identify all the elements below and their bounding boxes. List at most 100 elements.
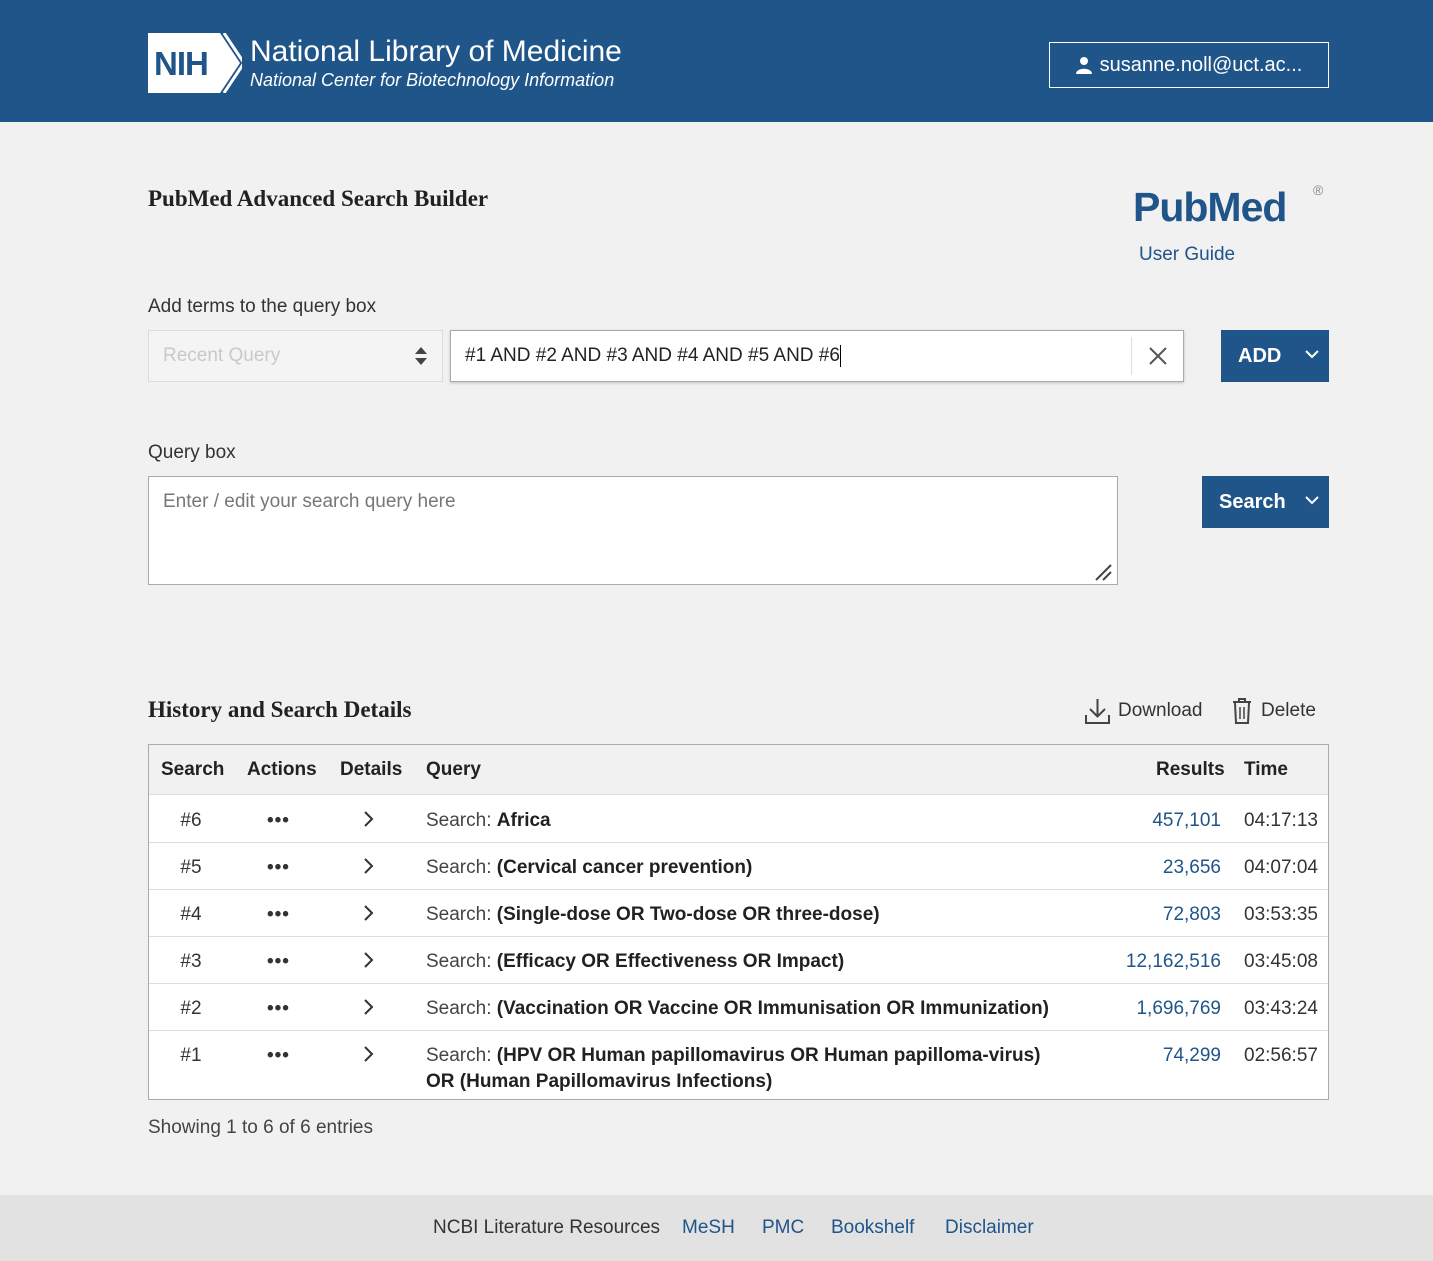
row-query-prefix: Search: [426,998,497,1019]
row-time: 03:45:08 [1244,951,1318,972]
row-time: 03:53:35 [1244,904,1318,925]
row-actions-menu[interactable]: ••• [267,1043,290,1069]
row-results-link[interactable]: 1,696,769 [1136,996,1221,1022]
chevron-right-icon[interactable] [362,857,374,875]
footer-label: NCBI Literature Resources [433,1217,661,1238]
row-query-prefix: Search: [426,951,497,972]
row-query-text: Africa [496,810,551,831]
nih-badge-text: NIH [154,45,209,82]
table-row: #4 ••• Search: (Single-dose OR Two-dose … [149,890,1328,937]
chevron-down-icon[interactable] [1305,495,1319,505]
row-results-link[interactable]: 74,299 [1163,1043,1221,1069]
table-row: #3 ••• Search: (Efficacy OR Effectivenes… [149,937,1328,984]
column-header-details: Details [340,759,403,780]
row-time: 02:56:57 [1244,1045,1318,1066]
user-account-button[interactable]: susanne.noll@uct.ac... [1049,42,1329,88]
close-icon [1148,347,1167,365]
recent-query-select[interactable]: Recent Query [148,330,443,382]
chevron-right-icon[interactable] [362,904,374,922]
entries-count: Showing 1 to 6 of 6 entries [148,1117,373,1138]
row-actions-menu[interactable]: ••• [267,949,290,975]
footer-link-disclaimer[interactable]: Disclaimer [945,1217,1034,1239]
row-actions-menu[interactable]: ••• [267,855,290,881]
registered-mark: ® [1313,182,1324,198]
row-results-link[interactable]: 457,101 [1152,808,1221,834]
row-query-text: (Vaccination OR Vaccine OR Immunisation … [496,998,1049,1019]
row-search-number: #6 [180,810,202,831]
row-query-prefix: Search: [426,904,497,925]
user-icon [1075,57,1092,74]
page-title: PubMed Advanced Search Builder [148,186,489,211]
pubmed-logo[interactable]: PubMed ® [1133,172,1333,236]
add-button[interactable]: ADD [1221,330,1329,382]
recent-query-placeholder: Recent Query [163,345,281,366]
row-query: Search: (Cervical cancer prevention) [426,855,1106,881]
row-results-link[interactable]: 72,803 [1163,902,1221,928]
row-query-prefix: Search: [426,857,497,878]
chevron-right-icon[interactable] [362,998,374,1016]
row-actions-menu[interactable]: ••• [267,996,290,1022]
row-search-number: #1 [180,1045,202,1066]
chevron-right-icon[interactable] [362,1045,374,1063]
row-query-prefix: Search: [426,810,497,831]
chevron-down-icon[interactable] [1305,349,1319,359]
row-query: Search: (HPV OR Human papillomavirus OR … [426,1043,1056,1095]
row-search-number: #2 [180,998,202,1019]
term-input-value: #1 AND #2 AND #3 AND #4 AND #5 AND #6 [465,345,840,366]
footer-link-mesh[interactable]: MeSH [682,1217,735,1239]
query-placeholder: Enter / edit your search query here [163,491,456,512]
row-time: 04:07:04 [1244,857,1318,878]
select-arrows-icon [415,347,427,365]
nih-logo[interactable]: NIH [148,33,242,93]
nih-badge: NIH [148,33,242,93]
chevron-right-icon[interactable] [362,810,374,828]
clear-input-button[interactable] [1131,337,1183,375]
table-row: #6 ••• Search: Africa 457,101 04:17:13 [149,796,1328,843]
row-time: 04:17:13 [1244,810,1318,831]
delete-button[interactable]: Delete [1231,697,1316,725]
footer-link-pmc[interactable]: PMC [762,1217,804,1239]
chevron-right-icon[interactable] [362,951,374,969]
site-header: NIH National Library of Medicine Nationa… [0,0,1433,122]
resize-handle-icon[interactable] [1094,563,1114,581]
add-button-label: ADD [1238,344,1282,367]
download-label: Download [1118,700,1203,721]
row-query-prefix: Search: [426,1045,497,1066]
site-footer: NCBI Literature Resources MeSH PMC Books… [0,1195,1433,1261]
add-terms-label: Add terms to the query box [148,296,377,317]
row-query: Search: (Single-dose OR Two-dose OR thre… [426,902,1106,928]
pubmed-logo-text: PubMed [1133,184,1287,230]
search-button-label: Search [1219,490,1286,513]
text-caret [839,344,841,367]
column-header-time: Time [1244,759,1289,780]
download-button[interactable]: Download [1085,697,1203,725]
row-query-text: (HPV OR Human papillomavirus OR Human pa… [426,1045,1041,1092]
history-table-header: Search Actions Details Query Results Tim… [149,745,1328,795]
row-query: Search: Africa [426,808,1106,834]
table-row: #1 ••• Search: (HPV OR Human papillomavi… [149,1031,1328,1099]
nlm-title: National Library of Medicine [250,35,622,68]
delete-label: Delete [1261,700,1316,721]
history-table: Search Actions Details Query Results Tim… [148,744,1329,1100]
search-button[interactable]: Search [1202,476,1329,528]
row-actions-menu[interactable]: ••• [267,808,290,834]
row-query: Search: (Vaccination OR Vaccine OR Immun… [426,996,1106,1022]
footer-link-bookshelf[interactable]: Bookshelf [831,1217,914,1239]
column-header-search[interactable]: Search [161,759,224,781]
trash-icon [1233,698,1251,724]
row-actions-menu[interactable]: ••• [267,902,290,928]
download-icon [1085,699,1110,724]
row-query: Search: (Efficacy OR Effectiveness OR Im… [426,949,1106,975]
column-header-query: Query [426,759,481,780]
row-search-number: #3 [180,951,202,972]
term-input[interactable]: #1 AND #2 AND #3 AND #4 AND #5 AND #6 [450,330,1184,382]
row-results-link[interactable]: 12,162,516 [1126,949,1221,975]
user-guide-link[interactable]: User Guide [1139,244,1235,266]
row-results-link[interactable]: 23,656 [1163,855,1221,881]
query-textarea[interactable]: Enter / edit your search query here [148,476,1118,585]
column-header-actions: Actions [247,759,317,780]
row-time: 03:43:24 [1244,998,1318,1019]
history-title: History and Search Details [148,697,412,722]
query-box-label: Query box [148,442,236,463]
row-query-text: (Single-dose OR Two-dose OR three-dose) [496,904,880,925]
